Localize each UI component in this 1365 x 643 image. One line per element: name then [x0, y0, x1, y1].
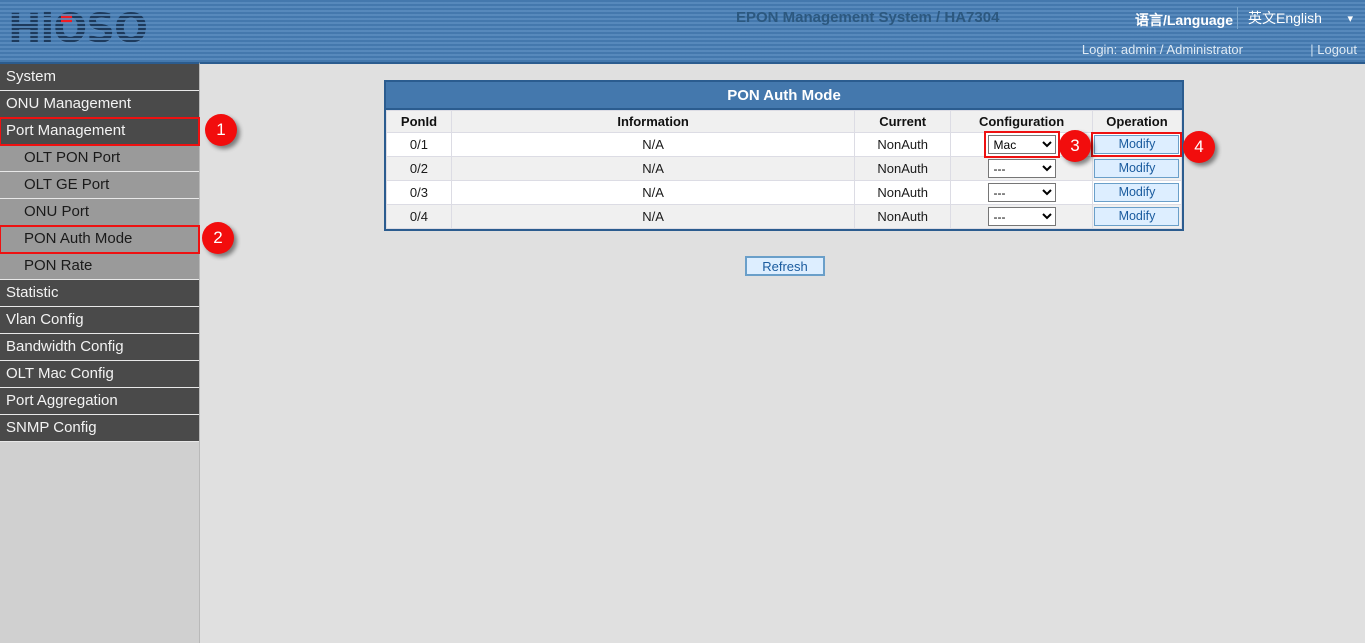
- cell-information: N/A: [451, 133, 854, 157]
- cell-configuration: ---MacLoidLoidPwdMac+Loid: [951, 205, 1093, 229]
- configuration-select-wrapper: ---MacLoidLoidPwdMac+Loid: [988, 135, 1056, 154]
- refresh-button[interactable]: Refresh: [745, 256, 825, 276]
- chevron-down-icon: ▾: [1347, 12, 1353, 25]
- configuration-select-wrapper: ---MacLoidLoidPwdMac+Loid: [988, 183, 1056, 202]
- configuration-select[interactable]: ---MacLoidLoidPwdMac+Loid: [988, 135, 1056, 154]
- column-header-current: Current: [855, 111, 951, 133]
- cell-current: NonAuth: [855, 133, 951, 157]
- language-label: 语言/Language: [1135, 10, 1233, 30]
- sidebar-item-label: OLT GE Port: [24, 176, 109, 193]
- configuration-select[interactable]: ---MacLoidLoidPwdMac+Loid: [988, 183, 1056, 202]
- sidebar-item-olt-mac-config[interactable]: OLT Mac Config: [0, 361, 199, 388]
- sidebar-item-label: Statistic: [6, 284, 59, 301]
- page-header: HiOSO EPON Management System / HA7304 语言…: [0, 0, 1365, 62]
- sidebar-item-pon-rate[interactable]: PON Rate: [0, 253, 199, 280]
- cell-operation: Modify: [1092, 133, 1181, 157]
- sidebar-item-system[interactable]: System: [0, 64, 199, 91]
- cell-information: N/A: [451, 181, 854, 205]
- logo-i-dot: [61, 14, 72, 23]
- modify-button[interactable]: Modify: [1094, 135, 1179, 154]
- annotation-badge-1: 1: [205, 114, 237, 146]
- modify-button-wrapper: Modify: [1094, 159, 1179, 178]
- language-select-value: 英文English: [1248, 8, 1322, 28]
- sidebar-item-label: OLT Mac Config: [6, 365, 114, 382]
- language-select[interactable]: 英文English ▾: [1237, 7, 1357, 29]
- sidebar-nav: System ONU Management Port Management OLT P…: [0, 62, 199, 643]
- sidebar-item-label: OLT PON Port: [24, 149, 120, 166]
- sidebar-item-port-aggregation[interactable]: Port Aggregation: [0, 388, 199, 415]
- column-header-information: Information: [451, 111, 854, 133]
- sidebar-item-label: PON Auth Mode: [24, 230, 132, 247]
- cell-operation: Modify: [1092, 157, 1181, 181]
- panel-title: PON Auth Mode: [386, 82, 1182, 110]
- pon-auth-mode-table: PonId Information Current Configuration …: [386, 110, 1182, 229]
- login-info: Login: admin / Administrator: [1082, 42, 1243, 57]
- configuration-select-wrapper: ---MacLoidLoidPwdMac+Loid: [988, 207, 1056, 226]
- sidebar-item-label: Port Aggregation: [6, 392, 118, 409]
- table-header-row: PonId Information Current Configuration …: [387, 111, 1182, 133]
- sidebar-item-label: ONU Management: [6, 95, 131, 112]
- sidebar-item-olt-ge-port[interactable]: OLT GE Port: [0, 172, 199, 199]
- sidebar-item-label: Bandwidth Config: [6, 338, 124, 355]
- modify-button-wrapper: Modify: [1094, 207, 1179, 226]
- cell-operation: Modify: [1092, 181, 1181, 205]
- sidebar-item-snmp-config[interactable]: SNMP Config: [0, 415, 199, 442]
- modify-button-wrapper: Modify: [1094, 135, 1179, 154]
- annotation-badge-2: 2: [202, 222, 234, 254]
- modify-button[interactable]: Modify: [1094, 207, 1179, 226]
- sidebar-item-label: SNMP Config: [6, 419, 97, 436]
- sidebar-item-statistic[interactable]: Statistic: [0, 280, 199, 307]
- cell-current: NonAuth: [855, 205, 951, 229]
- cell-current: NonAuth: [855, 181, 951, 205]
- sidebar-item-onu-management[interactable]: ONU Management: [0, 91, 199, 118]
- modify-button[interactable]: Modify: [1094, 183, 1179, 202]
- page-title: EPON Management System / HA7304: [736, 9, 999, 26]
- column-header-operation: Operation: [1092, 111, 1181, 133]
- sidebar-item-port-management[interactable]: Port Management: [0, 118, 199, 145]
- sidebar-item-olt-pon-port[interactable]: OLT PON Port: [0, 145, 199, 172]
- cell-current: NonAuth: [855, 157, 951, 181]
- cell-ponid: 0/3: [387, 181, 452, 205]
- logout-link[interactable]: Logout: [1317, 42, 1357, 57]
- cell-ponid: 0/1: [387, 133, 452, 157]
- sidebar-item-label: PON Rate: [24, 257, 92, 274]
- logout-separator: |: [1310, 42, 1313, 57]
- sidebar-item-label: System: [6, 68, 56, 85]
- configuration-select-wrapper: ---MacLoidLoidPwdMac+Loid: [988, 159, 1056, 178]
- table-row: 0/4N/ANonAuth ---MacLoidLoidPwdMac+Loid Mo…: [387, 205, 1182, 229]
- sidebar-item-label: Port Management: [6, 122, 125, 139]
- logo-text: HiOSO: [8, 6, 147, 52]
- modify-button[interactable]: Modify: [1094, 159, 1179, 178]
- column-header-ponid: PonId: [387, 111, 452, 133]
- cell-ponid: 0/4: [387, 205, 452, 229]
- annotation-badge-4: 4: [1183, 131, 1215, 163]
- sidebar-item-label: Vlan Config: [6, 311, 84, 328]
- annotation-badge-3: 3: [1059, 130, 1091, 162]
- cell-information: N/A: [451, 157, 854, 181]
- cell-operation: Modify: [1092, 205, 1181, 229]
- modify-button-wrapper: Modify: [1094, 183, 1179, 202]
- sidebar-item-vlan-config[interactable]: Vlan Config: [0, 307, 199, 334]
- table-row: 0/2N/ANonAuth ---MacLoidLoidPwdMac+Loid Mo…: [387, 157, 1182, 181]
- cell-ponid: 0/2: [387, 157, 452, 181]
- configuration-select[interactable]: ---MacLoidLoidPwdMac+Loid: [988, 159, 1056, 178]
- cell-configuration: ---MacLoidLoidPwdMac+Loid: [951, 181, 1093, 205]
- sidebar-item-onu-port[interactable]: ONU Port: [0, 199, 199, 226]
- logout-area: | Logout: [1310, 42, 1357, 57]
- hioso-logo: HiOSO: [8, 4, 168, 54]
- configuration-select[interactable]: ---MacLoidLoidPwdMac+Loid: [988, 207, 1056, 226]
- cell-information: N/A: [451, 205, 854, 229]
- column-header-configuration: Configuration: [951, 111, 1093, 133]
- sidebar-item-pon-auth-mode[interactable]: PON Auth Mode: [0, 226, 199, 253]
- sidebar-item-bandwidth-config[interactable]: Bandwidth Config: [0, 334, 199, 361]
- sidebar-item-label: ONU Port: [24, 203, 89, 220]
- table-row: 0/3N/ANonAuth ---MacLoidLoidPwdMac+Loid Mo…: [387, 181, 1182, 205]
